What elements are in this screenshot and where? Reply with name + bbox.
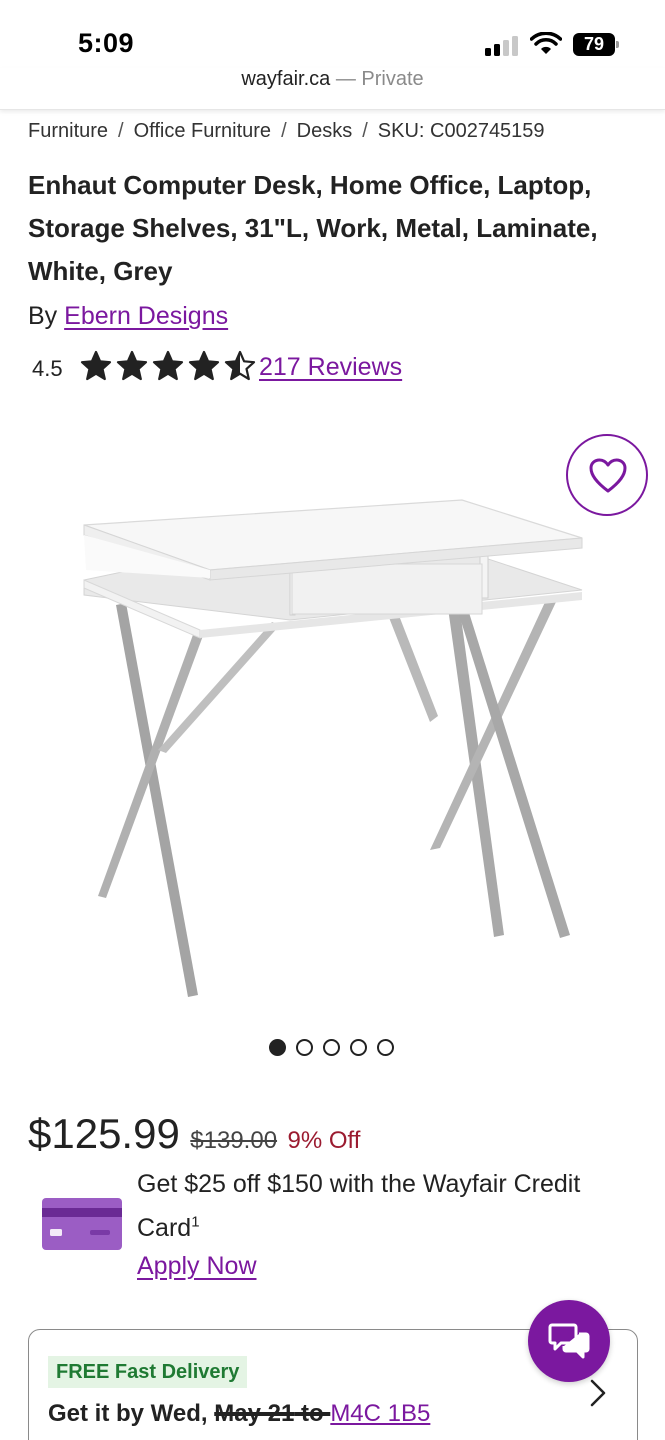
delivery-prefix: Get it by Wed, (48, 1400, 215, 1427)
carousel-dot[interactable] (269, 1039, 286, 1056)
credit-offer-text: Get $25 off $150 with the Wayfair Credit… (137, 1162, 637, 1250)
brand-link[interactable]: Ebern Designs (64, 302, 228, 330)
private-mode-label: Private (361, 68, 424, 90)
reviews-link[interactable]: 217 Reviews (259, 353, 402, 382)
sale-price: $125.99 (28, 1110, 180, 1157)
desk-product-image[interactable] (70, 420, 600, 1020)
postal-code-link[interactable]: M4C 1B5 (330, 1400, 430, 1427)
star-filled-icon (152, 350, 184, 381)
product-title: Enhaut Computer Desk, Home Office, Lapto… (28, 170, 598, 286)
breadcrumb-separator: / (118, 120, 124, 142)
free-delivery-badge: FREE Fast Delivery (48, 1356, 248, 1388)
breadcrumb-sku: SKU: C002745159 (377, 120, 545, 142)
delivery-date: May 21 (214, 1400, 295, 1427)
credit-card-icon (42, 1198, 122, 1250)
price-row: $125.99 $139.00 9% Off (28, 1110, 360, 1160)
delivery-estimate: Get it by Wed, May 21 to M4C 1B5 (48, 1400, 430, 1428)
status-time: 5:09 (78, 28, 135, 58)
by-label: By (28, 302, 58, 330)
carousel-dot[interactable] (377, 1039, 394, 1056)
rating-row: 4.5 217 Reviews (28, 350, 648, 390)
credit-offer-message: Get $25 off $150 with the Wayfair Credit… (137, 1170, 581, 1242)
breadcrumb-item-furniture[interactable]: Furniture (28, 120, 108, 142)
heart-icon (589, 458, 627, 493)
footnote-marker: 1 (191, 1213, 200, 1231)
star-filled-icon (188, 350, 220, 381)
url-domain: wayfair.ca (241, 68, 331, 90)
was-price: $139.00 (190, 1127, 278, 1154)
product-byline: By Ebern Designs (28, 302, 228, 331)
star-filled-icon (80, 350, 112, 381)
chat-button[interactable] (528, 1300, 610, 1382)
delivery-to: to (294, 1400, 331, 1427)
battery-level: 79 (573, 33, 615, 56)
apply-now-link[interactable]: Apply Now (137, 1252, 257, 1281)
chat-icon (548, 1323, 590, 1359)
breadcrumb: Furniture / Office Furniture / Desks / SKU: C0… (28, 120, 545, 143)
cellular-signal-icon (485, 34, 521, 56)
browser-url-bar[interactable]: wayfair.ca — Private (0, 68, 665, 110)
breadcrumb-item-office-furniture[interactable]: Office Furniture (134, 120, 271, 142)
battery-icon: 79 (573, 33, 619, 56)
star-filled-icon (116, 350, 148, 381)
carousel-dot[interactable] (350, 1039, 367, 1056)
carousel-dot[interactable] (296, 1039, 313, 1056)
breadcrumb-item-desks[interactable]: Desks (297, 120, 353, 142)
url-separator: — (335, 68, 356, 90)
rating-value: 4.5 (32, 356, 63, 381)
wifi-icon (530, 32, 562, 54)
breadcrumb-separator: / (362, 120, 368, 142)
discount-label: 9% Off (287, 1127, 361, 1154)
chevron-right-icon (590, 1379, 606, 1407)
status-bar: 5:09 79 (0, 0, 665, 68)
star-half-icon (224, 350, 256, 381)
image-carousel-dots (269, 1039, 399, 1057)
breadcrumb-separator: / (281, 120, 287, 142)
carousel-dot[interactable] (323, 1039, 340, 1056)
favorite-button[interactable] (566, 434, 648, 516)
